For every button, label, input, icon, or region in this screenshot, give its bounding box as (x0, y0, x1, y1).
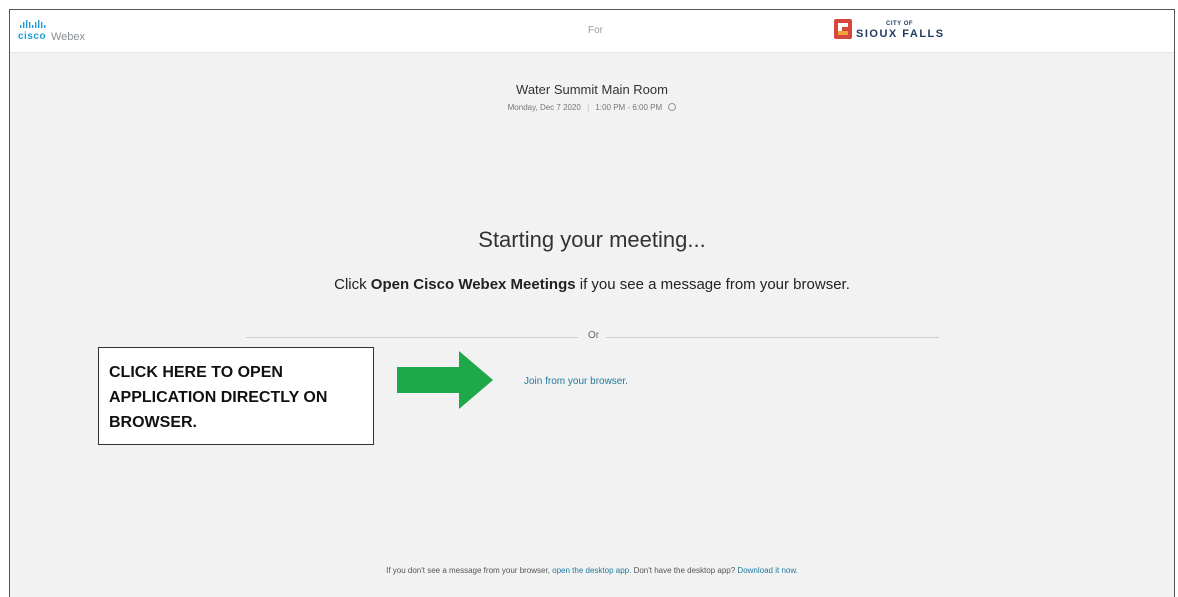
city-of-sioux-falls-logo: CITY OF SIOUX FALLS (834, 19, 974, 45)
instruction-prefix: Click (334, 276, 367, 293)
instruction-suffix: if you see a message from your browser. (579, 276, 850, 293)
arrow-right-icon (397, 351, 493, 409)
open-desktop-app-link[interactable]: open the desktop app. (552, 566, 631, 575)
cisco-wordmark: cisco (18, 31, 47, 42)
time-separator: | (587, 103, 590, 112)
webex-page: cisco Webex For CITY OF SIOUX FALLS Wate… (9, 9, 1175, 597)
status-heading: Starting your meeting... (478, 227, 706, 252)
divider-right (606, 337, 939, 338)
meeting-date: Monday, Dec 7 2020 (507, 103, 581, 112)
cisco-logo-icon (20, 20, 46, 28)
logo-small-text: CITY OF (886, 21, 914, 27)
meeting-time: Monday, Dec 7 2020 | 1:00 PM - 6:00 PM (10, 103, 1174, 112)
divider-left (246, 337, 578, 338)
or-label: Or (585, 330, 603, 341)
meeting-title: Water Summit Main Room (516, 82, 668, 97)
top-bar: cisco Webex For CITY OF SIOUX FALLS (10, 10, 1174, 53)
city-logo-icon (834, 19, 852, 39)
footer: If you don't see a message from your bro… (10, 566, 1174, 575)
logo-big-text: SIOUX FALLS (856, 28, 945, 40)
footer-text-before: If you don't see a message from your bro… (386, 566, 550, 575)
instruction-callout-box: CLICK HERE TO OPEN APPLICATION DIRECTLY … (98, 347, 374, 445)
download-it-now-link[interactable]: Download it now. (737, 566, 797, 575)
app-name: Webex (51, 31, 86, 43)
join-from-browser-link[interactable]: Join from your browser. (524, 376, 628, 387)
for-label: For (588, 25, 603, 36)
instruction-app-name: Open Cisco Webex Meetings (370, 276, 576, 293)
info-icon[interactable] (668, 103, 677, 111)
meeting-time-range: 1:00 PM - 6:00 PM (595, 103, 663, 112)
instruction-text: Click Open Cisco Webex Meetings if you s… (10, 276, 1174, 293)
footer-text-middle: Don't have the desktop app? (633, 566, 736, 575)
